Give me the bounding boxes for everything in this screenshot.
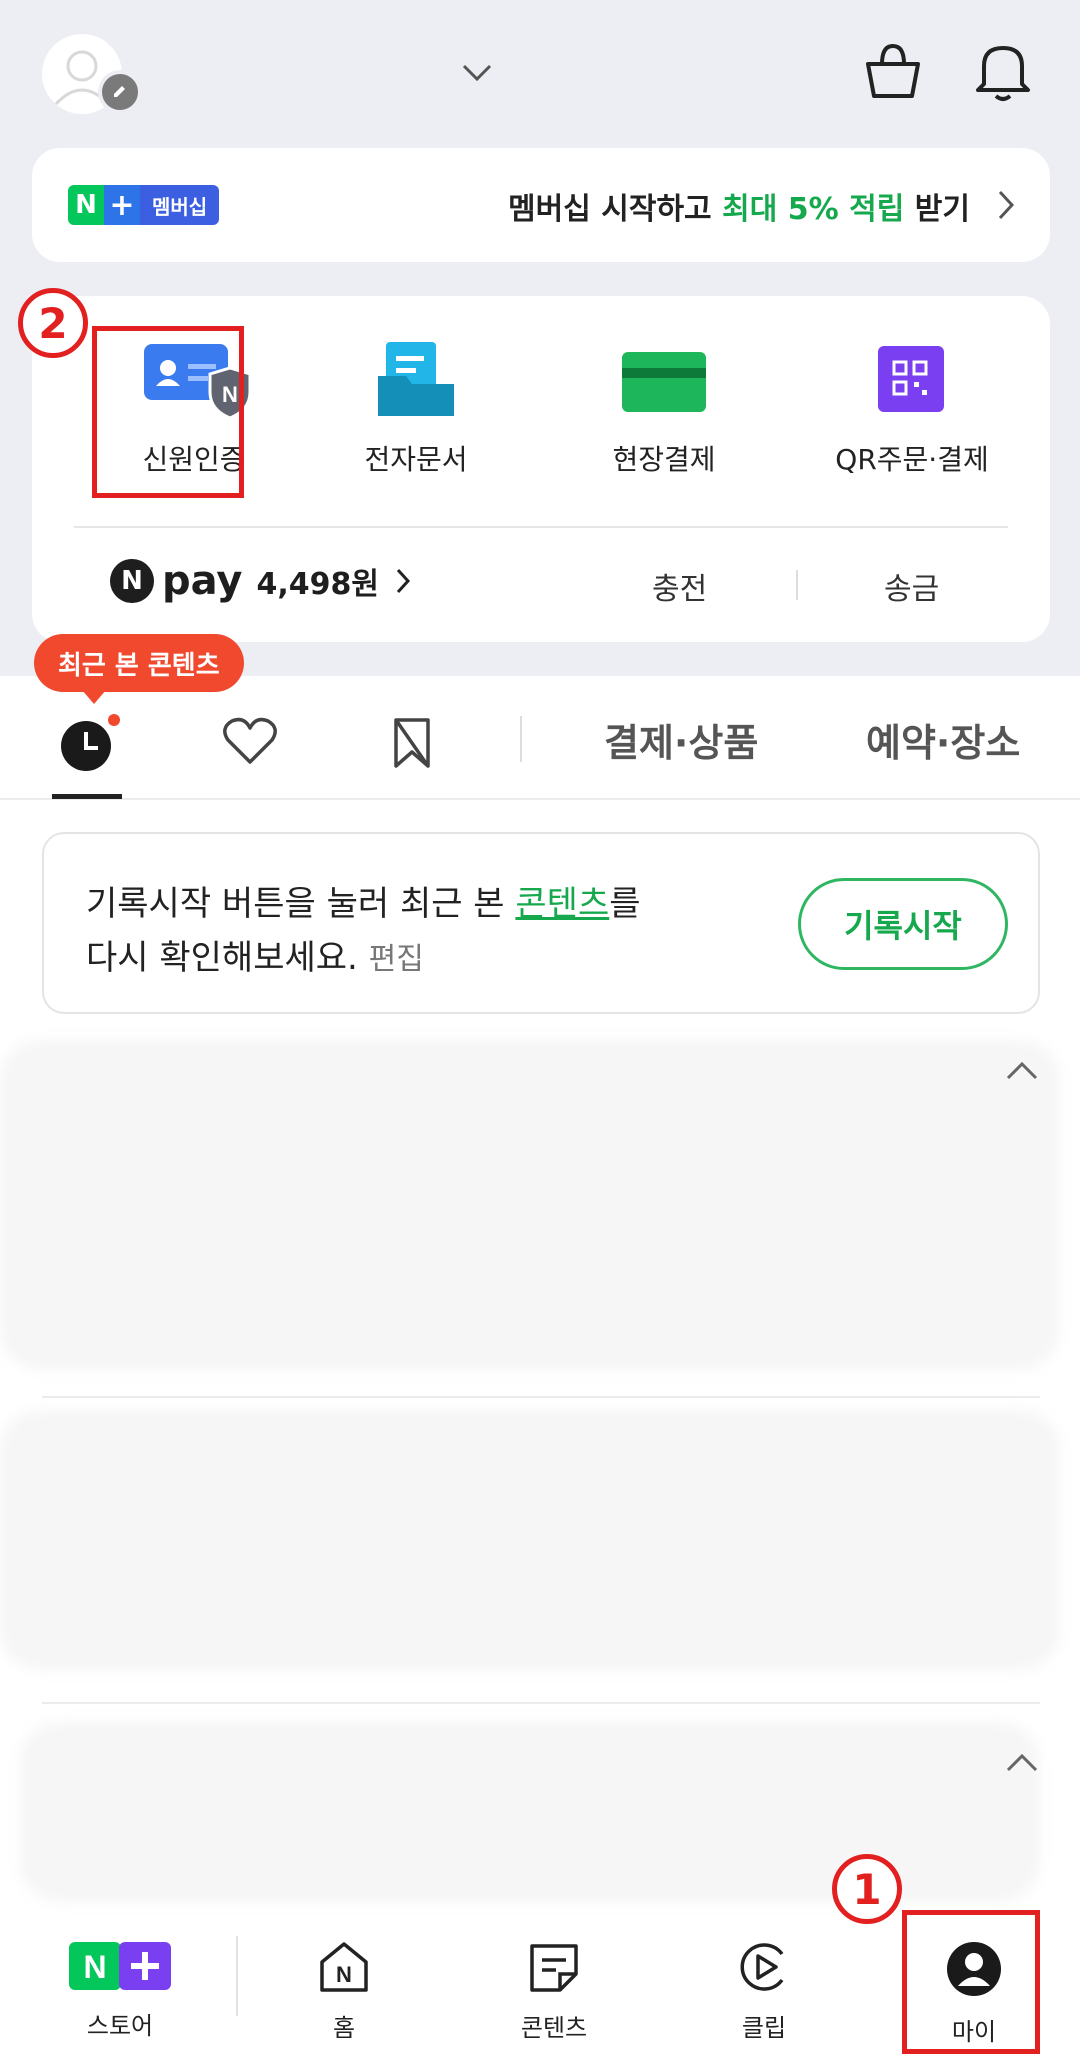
content-tabs: 결제·상품 예약·장소 [0, 676, 1080, 800]
quick-action-qr-payment[interactable]: QR주문·결제 [802, 340, 1022, 478]
chevron-up-icon[interactable] [1006, 1752, 1038, 1772]
membership-banner[interactable]: N + 멤버십 멤버십 시작하고 최대 5% 적립 받기 [32, 148, 1050, 262]
card-icon [620, 340, 708, 420]
n-plus-store-icon: N [69, 1942, 171, 1990]
separator [796, 570, 798, 600]
edit-profile-icon[interactable] [98, 70, 142, 114]
chevron-right-icon [396, 568, 410, 594]
chevron-right-icon [998, 190, 1015, 220]
document-folder-icon [372, 340, 460, 420]
nav-label: 콘텐츠 [520, 2014, 588, 2042]
nav-store[interactable]: N 스토어 [60, 1940, 180, 2041]
membership-text: 멤버십 시작하고 최대 5% 적립 받기 [508, 184, 970, 228]
svg-text:N: N [83, 1949, 106, 1985]
membership-text-prefix: 멤버십 시작하고 [508, 192, 723, 227]
nav-separator [236, 1936, 238, 2016]
annotation-number-2: 2 [18, 288, 88, 358]
info-text-line-1: 기록시작 버튼을 눌러 최근 본 콘텐츠를 [86, 876, 641, 925]
membership-text-suffix: 받기 [904, 192, 970, 227]
quick-action-onsite-payment[interactable]: 현장결제 [554, 340, 774, 478]
npay-balance[interactable]: N pay 4,498원 [110, 558, 411, 604]
nav-contents[interactable]: 콘텐츠 [494, 1940, 614, 2043]
info-text-prefix: 기록시작 버튼을 눌러 최근 본 [86, 884, 516, 924]
send-money-button[interactable]: 송금 [884, 564, 939, 608]
notification-bell-icon[interactable] [972, 38, 1034, 102]
section-divider [42, 1702, 1040, 1704]
info-text-line-2: 다시 확인해보세요. 편집 [86, 930, 424, 979]
badge-label: 멤버십 [140, 185, 220, 225]
tab-reservations-places[interactable]: 예약·장소 [866, 712, 1020, 767]
membership-text-highlight: 최대 5% 적립 [722, 192, 905, 227]
contents-link[interactable]: 콘텐츠 [515, 884, 609, 924]
redacted-content [0, 1040, 1060, 1370]
tab-heart-icon[interactable] [222, 716, 278, 766]
annotation-box-1 [902, 1910, 1040, 2054]
quick-action-label: 전자문서 [364, 443, 468, 476]
active-tab-indicator [52, 794, 122, 799]
nav-home[interactable]: N 홈 [284, 1940, 404, 2043]
npay-balance-amount: 4,498원 [256, 567, 379, 602]
quick-action-e-document[interactable]: 전자문서 [306, 340, 526, 478]
nav-clip[interactable]: 클립 [704, 1940, 824, 2043]
info-text-suffix: 를 [609, 884, 641, 924]
quick-action-label: QR주문·결제 [835, 443, 989, 476]
edit-link[interactable]: 편집 [369, 942, 424, 977]
tab-bookmark-icon[interactable] [390, 716, 434, 770]
charge-button[interactable]: 충전 [652, 564, 707, 608]
badge-plus: + [104, 185, 140, 225]
badge-n: N [68, 185, 104, 225]
nav-label: 클립 [741, 2014, 787, 2042]
recent-content-info-card: 기록시작 버튼을 눌러 최근 본 콘텐츠를 다시 확인해보세요. 편집 기록시작 [42, 832, 1040, 1014]
nav-label: 홈 [332, 2014, 356, 2042]
svg-text:N: N [336, 1962, 352, 1987]
clip-icon [740, 1943, 784, 1991]
annotation-box-2 [92, 326, 244, 498]
info-text-line-2-text: 다시 확인해보세요. [86, 938, 358, 978]
nav-label: 스토어 [86, 2012, 154, 2040]
divider [74, 526, 1008, 528]
tab-separator [520, 716, 522, 762]
redacted-content [0, 1410, 1060, 1670]
qr-icon [868, 340, 956, 420]
shopping-bag-icon[interactable] [862, 40, 924, 102]
start-recording-button[interactable]: 기록시작 [798, 878, 1008, 970]
section-divider [42, 1396, 1040, 1398]
quick-action-label: 현장결제 [612, 443, 716, 476]
tab-payments-products[interactable]: 결제·상품 [604, 712, 758, 767]
tab-recent-clock-icon[interactable] [56, 710, 122, 772]
chevron-down-icon[interactable] [460, 56, 494, 90]
contents-icon [530, 1944, 578, 1992]
npay-n-logo: N [110, 559, 154, 603]
npay-pay-label: pay [162, 558, 243, 604]
n-home-icon: N [320, 1942, 368, 1992]
chevron-up-icon[interactable] [1006, 1060, 1038, 1080]
annotation-number-1: 1 [832, 1854, 902, 1924]
naver-plus-membership-badge: N + 멤버십 [68, 185, 220, 225]
